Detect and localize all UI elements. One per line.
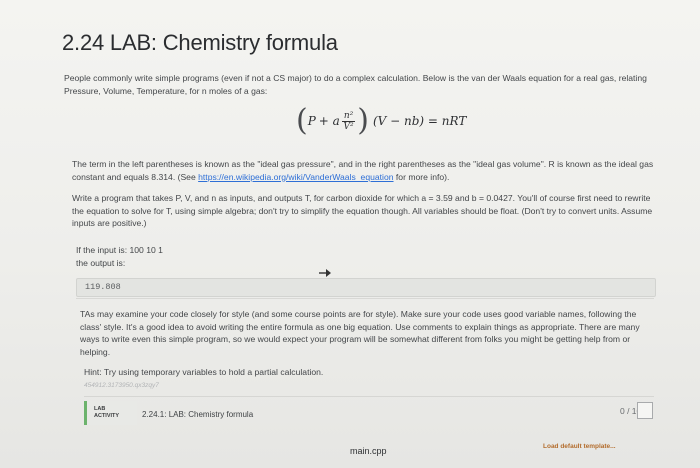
arrow-icon bbox=[319, 269, 331, 277]
divider bbox=[76, 298, 654, 299]
hint-paragraph: Hint: Try using temporary variables to h… bbox=[84, 367, 324, 377]
lab-activity-bar: LAB ACTIVITY 2.24.1: LAB: Chemistry form… bbox=[84, 396, 654, 427]
task-paragraph: Write a program that takes P, V, and n a… bbox=[72, 193, 653, 229]
score-box bbox=[637, 402, 653, 419]
explanation-text-end: for more info). bbox=[393, 171, 450, 182]
formula-rest: (V − nb) = nRT bbox=[372, 114, 467, 128]
intro-paragraph: People commonly write simple programs (e… bbox=[64, 73, 647, 96]
badge-line-2: ACTIVITY bbox=[94, 413, 120, 419]
lab-page: 2.24 LAB: Chemistry formula People commo… bbox=[0, 0, 700, 468]
formula-p: P bbox=[307, 114, 316, 128]
right-paren: ) bbox=[357, 103, 369, 138]
left-paren: ( bbox=[296, 103, 308, 138]
van-der-waals-formula: ( P + a n² V² ) (V − nb) = nRT bbox=[296, 106, 466, 136]
wikipedia-link[interactable]: https://en.wikipedia.org/wiki/VanderWaal… bbox=[198, 172, 393, 182]
load-default-template-link[interactable]: Load default template... bbox=[543, 443, 616, 450]
explanation-paragraph: The term in the left parentheses is know… bbox=[72, 158, 662, 183]
example-block: If the input is: 100 10 1 the output is: bbox=[76, 244, 376, 269]
badge-line-1: LAB bbox=[94, 406, 106, 412]
page-title: 2.24 LAB: Chemistry formula bbox=[62, 30, 338, 55]
formula-fraction: n² V² bbox=[341, 110, 356, 132]
example-output-value: 119.808 bbox=[85, 282, 121, 292]
lab-activity-name: 2.24.1: LAB: Chemistry formula bbox=[142, 410, 254, 419]
formula-numerator: n² bbox=[341, 110, 356, 122]
example-output-box: 119.808 bbox=[76, 278, 656, 297]
editor-file-name: main.cpp bbox=[350, 446, 387, 456]
formula-denominator: V² bbox=[343, 121, 354, 132]
faint-id-text: 454912.3173950.qx3zqy7 bbox=[84, 382, 159, 389]
example-input-label: If the input is: 100 10 1 bbox=[76, 245, 163, 255]
lab-activity-badge: LAB ACTIVITY bbox=[84, 401, 137, 425]
formula-a: + a bbox=[318, 114, 340, 128]
style-note-paragraph: TAs may examine your code closely for st… bbox=[80, 309, 640, 357]
